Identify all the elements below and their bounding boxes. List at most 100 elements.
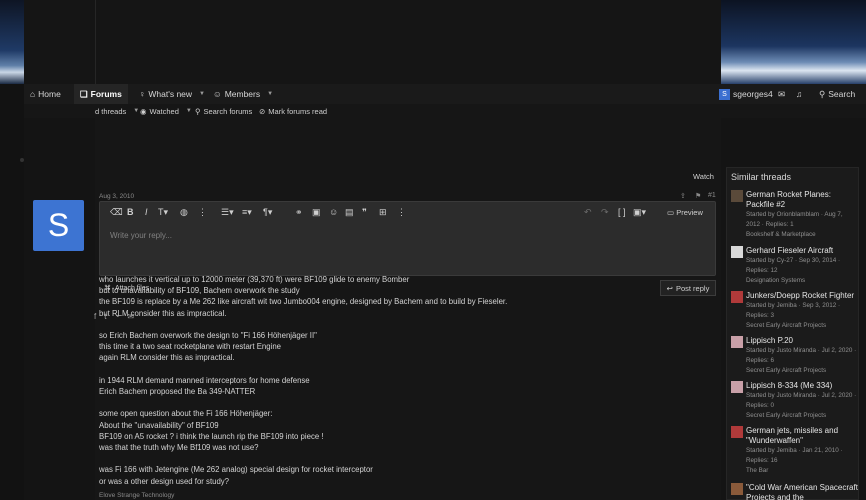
thread-thumbnail [731,483,743,495]
chevron-down-icon[interactable]: ▼ [267,91,273,97]
bookmark-icon[interactable]: ⚑ [695,192,701,200]
subnav-search-forums-label: Search forums [203,106,253,116]
nav-home-label: Home [38,89,61,99]
similar-thread-meta: Started by Jemiba · Sep 3, 2012 · Replie… [746,302,841,319]
reply-user-avatar[interactable]: S [33,200,84,251]
eye-icon: ◉ [140,106,147,116]
left-edge [0,84,24,500]
preview-label: Preview [676,208,703,217]
eraser-icon[interactable]: ⌫ [110,207,123,218]
post-number[interactable]: #1 [708,192,716,199]
reply-icon: ↩ [666,283,673,293]
text-size-icon[interactable]: T▾ [158,207,168,218]
similar-thread-meta: Started by Justo Miranda · Jul 2, 2020 ·… [746,392,857,409]
list-icon[interactable]: ☰▾ [221,207,234,218]
lightbulb-icon: ♀ [139,89,146,99]
drafts-icon[interactable]: ▣▾ [633,207,646,218]
post-line: so Erich Bachem overwork the design to "… [99,331,317,340]
similar-thread-body: Lippisch P.20 Started by Justo Miranda · … [746,336,858,375]
link-icon[interactable]: ⚭ [295,207,303,218]
similar-thread-title[interactable]: Junkers/Doepp Rocket Fighter [746,291,858,301]
similar-thread-forum[interactable]: Designation Systems [746,276,858,285]
bbcode-icon[interactable]: [ ] [618,207,626,217]
post-line: some open question about the Fi 166 Höhe… [99,409,273,419]
search-label: Search [828,89,856,99]
preview-button[interactable]: ▭ Preview [667,208,703,217]
subnav-search-forums[interactable]: ⚲ Search forums [195,104,252,118]
post-reply-label: Post reply [675,283,710,293]
search-icon: ⚲ [195,106,201,116]
email-icon[interactable]: ✉ [127,312,134,321]
smiley-icon[interactable]: ☺ [329,207,338,217]
similar-thread-title[interactable]: Lippisch P.20 [746,336,858,346]
post-line: was that the truth why Me Bf109 was not … [99,443,259,452]
similar-thread-meta: Started by Justo Miranda · Jul 2, 2020 ·… [746,347,857,364]
table-icon[interactable]: ⊞ [379,207,387,218]
reply-editor[interactable]: ⌫ B I T▾ ◍ ⋮ ☰▾ ≡▾ ¶▾ ⚭ ▣ ☺ ▤ ❞ ⊞ ⋮ ↶ ↷ … [99,201,716,276]
similar-thread-title[interactable]: Lippisch 8-334 (Me 334) [746,381,858,391]
attach-files-button[interactable]: ⌘ Attach files [104,284,150,293]
similar-thread-forum[interactable]: The Bar [746,466,858,475]
similar-thread-body: Gerhard Fieseler Aircraft Started by Cy-2… [746,246,858,285]
banner-divider [95,0,96,84]
banner-image-right [721,0,866,84]
similar-thread-body: German jets, missiles and "Wunderwaffen"… [746,426,858,475]
attach-files-label: Attach files [115,284,150,292]
quote-icon[interactable]: ❞ [362,207,367,218]
similar-thread-title[interactable]: German Rocket Planes: Packfile #2 [746,190,858,210]
subnav-watched[interactable]: ◉ Watched ▼ [140,104,192,118]
left-column [24,118,95,500]
image-icon[interactable]: ▣ [312,207,321,218]
twitter-icon[interactable]: t [104,312,106,321]
username: sgeorges4 [733,89,773,99]
undo-icon[interactable]: ↶ [584,207,592,218]
nav-whats-new[interactable]: ♀ What's new ▼ [139,84,205,104]
chevron-down-icon[interactable]: ▼ [133,108,139,114]
user-menu[interactable]: S sgeorges4 [719,84,773,104]
similar-thread-forum[interactable]: Secret Early Aircraft Projects [746,366,858,375]
color-icon[interactable]: ◍ [180,207,188,218]
similar-thread-forum[interactable]: Bookshelf & Marketplace [746,230,858,239]
forums-icon: ❏ [80,88,88,99]
facebook-icon[interactable]: f [94,312,96,321]
more-insert-icon[interactable]: ⋮ [397,207,406,218]
post-reply-button[interactable]: ↩ Post reply [660,280,716,296]
bell-icon: ♫ [796,89,803,99]
share-icon[interactable]: ⇪ [680,192,686,200]
search-button[interactable]: ⚲ Search [819,84,855,104]
similar-thread-title[interactable]: "Cold War American Spacecraft Projects a… [746,483,858,500]
subnav-threads[interactable]: d threads ▼ [95,104,139,118]
subnav-mark-read[interactable]: ⊘ Mark forums read [259,104,327,118]
preview-icon: ▭ [667,208,675,217]
alerts-button[interactable]: ♫ [796,84,802,104]
similar-thread-forum[interactable]: Secret Early Aircraft Projects [746,321,858,330]
nav-members[interactable]: ☺ Members ▼ [213,84,273,104]
reddit-icon[interactable]: ◔ [114,312,119,321]
similar-thread-title[interactable]: Gerhard Fieseler Aircraft [746,246,858,256]
more-options-icon[interactable]: ⋮ [198,207,207,218]
nav-home[interactable]: ⌂ Home [30,84,61,104]
thread-thumbnail [731,190,743,202]
media-icon[interactable]: ▤ [345,207,354,218]
inbox-button[interactable]: ✉ [778,84,785,104]
nav-forums[interactable]: ❏ Forums [74,84,128,104]
nav-members-label: Members [224,89,261,99]
align-icon[interactable]: ≡▾ [242,207,252,218]
similar-thread-meta: Started by Cy-27 · Sep 30, 2014 · Replie… [746,257,841,274]
similar-thread-title[interactable]: German jets, missiles and "Wunderwaffen" [746,426,858,446]
nav-forums-label: Forums [90,89,122,99]
watch-button[interactable]: Watch [693,170,714,182]
similar-thread-forum[interactable]: Secret Early Aircraft Projects [746,411,858,420]
bold-icon[interactable]: B [127,207,134,217]
editor-placeholder[interactable]: Write your reply... [110,231,172,240]
chevron-down-icon[interactable]: ▼ [199,91,205,97]
members-icon: ☺ [213,89,222,99]
similar-thread-meta: Started by Orionblamblam · Aug 7, 2012 ·… [746,211,843,228]
search-icon: ⚲ [819,88,826,99]
redo-icon[interactable]: ↷ [601,207,609,218]
paragraph-icon[interactable]: ¶▾ [263,207,272,218]
italic-icon[interactable]: I [145,207,148,217]
envelope-icon: ✉ [778,88,786,99]
subnav-mark-read-label: Mark forums read [268,106,328,116]
chevron-down-icon[interactable]: ▼ [186,108,192,114]
